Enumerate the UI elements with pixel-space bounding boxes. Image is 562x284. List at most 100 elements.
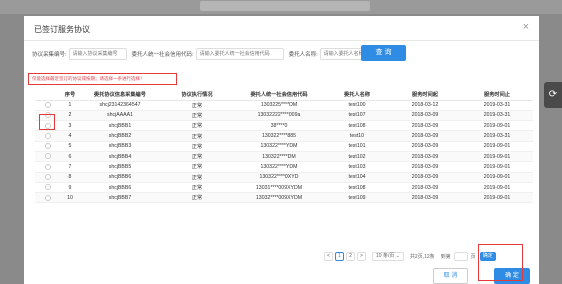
background-header-placeholder bbox=[200, 1, 370, 11]
row-radio[interactable] bbox=[45, 143, 51, 150]
cell-client-name: test102 bbox=[325, 151, 389, 163]
cell-index: 2 bbox=[61, 110, 79, 122]
cell-end-date: 2019-03-31 bbox=[461, 110, 533, 122]
cell-status: 正常 bbox=[161, 161, 233, 173]
page-unit-label: 页 bbox=[470, 253, 476, 260]
cell-agreement-code: shcj23142364547 bbox=[79, 100, 161, 111]
cell-index: 3 bbox=[61, 120, 79, 132]
table-row[interactable]: 2 shcjAAAA1 正常 13032222****009a test107 2018-… bbox=[35, 110, 533, 122]
agreement-code-label: 协议采集编号: bbox=[32, 52, 67, 58]
cell-select bbox=[35, 151, 61, 163]
cell-start-date: 2018-03-09 bbox=[389, 141, 461, 152]
row-radio[interactable] bbox=[45, 101, 51, 108]
signed-agreements-modal: 已签订服务协议 × 协议采集编号: 委托人统一社会信用代码: 委托人名称: 查 … bbox=[24, 16, 539, 284]
table-row[interactable]: 3 shcjBBB1 正常 38****0 test108 2018-03-09 2019-… bbox=[35, 120, 533, 132]
agreement-code-input[interactable] bbox=[68, 48, 127, 60]
page-2-button[interactable]: 2 bbox=[346, 251, 355, 261]
cell-status: 正常 bbox=[161, 141, 233, 152]
table-row[interactable]: 8 shcjBBB6 正常 130322****0XYD test104 2018-03-… bbox=[35, 172, 533, 183]
client-name-label: 委托人名称: bbox=[288, 52, 318, 58]
side-float-icon[interactable]: ⟳ bbox=[544, 82, 562, 108]
cell-start-date: 2018-03-12 bbox=[389, 100, 461, 111]
table-row[interactable]: 5 shcjBBB3 正常 130322****YDM test101 2018-03-0… bbox=[35, 141, 533, 152]
confirm-button[interactable]: 确 定 bbox=[494, 268, 530, 284]
table-row[interactable]: 9 shcjBBB6 正常 13031****009XYDM test108 2018-0… bbox=[35, 182, 533, 194]
row-radio[interactable] bbox=[45, 174, 51, 181]
prev-page-button[interactable]: < bbox=[324, 251, 333, 261]
cell-index: 1 bbox=[61, 100, 79, 111]
jump-label: 到第 bbox=[440, 253, 451, 260]
table-row[interactable]: 7 shcjBBB5 正常 130322****YDM test103 2018-03-0… bbox=[35, 161, 533, 173]
cell-client-name: test107 bbox=[325, 110, 389, 122]
cell-select bbox=[35, 192, 61, 204]
cell-client-name: test108 bbox=[325, 120, 389, 132]
cell-credit-code: 13031****009XYDM bbox=[233, 182, 325, 194]
search-button[interactable]: 查 询 bbox=[361, 45, 406, 61]
cell-end-date: 2019-09-01 bbox=[461, 172, 533, 183]
cell-agreement-code: shcjBBB2 bbox=[79, 130, 161, 142]
header-select bbox=[35, 89, 61, 101]
cell-end-date: 2019-09-01 bbox=[461, 120, 533, 132]
table-row[interactable]: 4 shcjBBB2 正常 130322****885 test10 2018-03-09… bbox=[35, 130, 533, 142]
cell-client-name: test109 bbox=[325, 192, 389, 204]
header-end-date: 服务时间止 bbox=[461, 89, 533, 101]
cell-credit-code: 1303225****DM bbox=[233, 100, 325, 111]
cell-credit-code: 13032****009XYDM bbox=[233, 192, 325, 204]
page-size-select[interactable]: 10 条/页 ⌄ bbox=[372, 251, 404, 261]
cell-select bbox=[35, 161, 61, 173]
cell-credit-code: 13032222****009a bbox=[233, 110, 325, 122]
cell-start-date: 2018-03-09 bbox=[389, 161, 461, 173]
cell-client-name: test100 bbox=[325, 100, 389, 111]
credit-code-input[interactable] bbox=[195, 48, 284, 60]
page-1-button[interactable]: 1 bbox=[335, 251, 344, 261]
row-radio[interactable] bbox=[45, 184, 51, 191]
cell-status: 正常 bbox=[161, 110, 233, 122]
cell-client-name: test104 bbox=[325, 172, 389, 183]
jump-page-input[interactable] bbox=[453, 251, 468, 261]
cell-client-name: test103 bbox=[325, 161, 389, 173]
row-radio[interactable] bbox=[45, 122, 51, 129]
row-radio[interactable] bbox=[45, 194, 51, 201]
selection-notice: 仅能选择最近签订的协议或按期；请选择一条进行选择！ bbox=[28, 73, 177, 85]
cell-end-date: 2019-09-01 bbox=[461, 141, 533, 152]
cell-agreement-code: shcjBBB3 bbox=[79, 141, 161, 152]
cell-start-date: 2018-03-09 bbox=[389, 130, 461, 142]
cell-agreement-code: shcjBBB5 bbox=[79, 161, 161, 173]
cell-agreement-code: shcjBBB1 bbox=[79, 120, 161, 132]
cell-select bbox=[35, 172, 61, 183]
cell-client-name: test101 bbox=[325, 141, 389, 152]
table-row[interactable]: 10 shcjBBB7 正常 13032****009XYDM test109 2018-… bbox=[35, 192, 533, 204]
cell-credit-code: 130322****DM bbox=[233, 151, 325, 163]
cell-index: 5 bbox=[61, 141, 79, 152]
header-client-name: 委托人名称 bbox=[325, 89, 389, 101]
cell-status: 正常 bbox=[161, 100, 233, 111]
table-row[interactable]: 6 shcjBBB4 正常 130322****DM test102 2018-03-09… bbox=[35, 151, 533, 163]
next-page-button[interactable]: > bbox=[357, 251, 366, 261]
row-radio[interactable] bbox=[45, 163, 51, 170]
cell-agreement-code: shcjBBB6 bbox=[79, 172, 161, 183]
cell-select bbox=[35, 141, 61, 152]
cell-index: 6 bbox=[61, 151, 79, 163]
row-radio[interactable] bbox=[45, 153, 51, 160]
cell-select bbox=[35, 130, 61, 142]
pagination: < 1 2 > 10 条/页 ⌄ 共2页,12条 到第 页 确定 bbox=[324, 251, 496, 261]
cell-credit-code: 38****0 bbox=[233, 120, 325, 132]
cell-select bbox=[35, 120, 61, 132]
jump-confirm-button[interactable]: 确定 bbox=[479, 251, 496, 261]
row-radio[interactable] bbox=[45, 132, 51, 139]
cell-status: 正常 bbox=[161, 172, 233, 183]
cell-end-date: 2019-03-31 bbox=[461, 130, 533, 142]
close-icon[interactable]: × bbox=[523, 21, 529, 33]
cell-end-date: 2019-09-01 bbox=[461, 182, 533, 194]
cell-status: 正常 bbox=[161, 130, 233, 142]
table-row[interactable]: 1 shcj23142364547 正常 1303225****DM test100 20… bbox=[35, 100, 533, 111]
credit-code-label: 委托人统一社会信用代码: bbox=[131, 52, 194, 58]
row-radio[interactable] bbox=[45, 112, 51, 119]
header-index: 序号 bbox=[61, 89, 79, 101]
cell-credit-code: 130322****YDM bbox=[233, 161, 325, 173]
cell-start-date: 2018-03-09 bbox=[389, 110, 461, 122]
cell-agreement-code: shcjBBB4 bbox=[79, 151, 161, 163]
cancel-button[interactable]: 取 消 bbox=[433, 268, 468, 284]
total-count: 共2页,12条 bbox=[409, 253, 435, 260]
cell-start-date: 2018-03-09 bbox=[389, 182, 461, 194]
